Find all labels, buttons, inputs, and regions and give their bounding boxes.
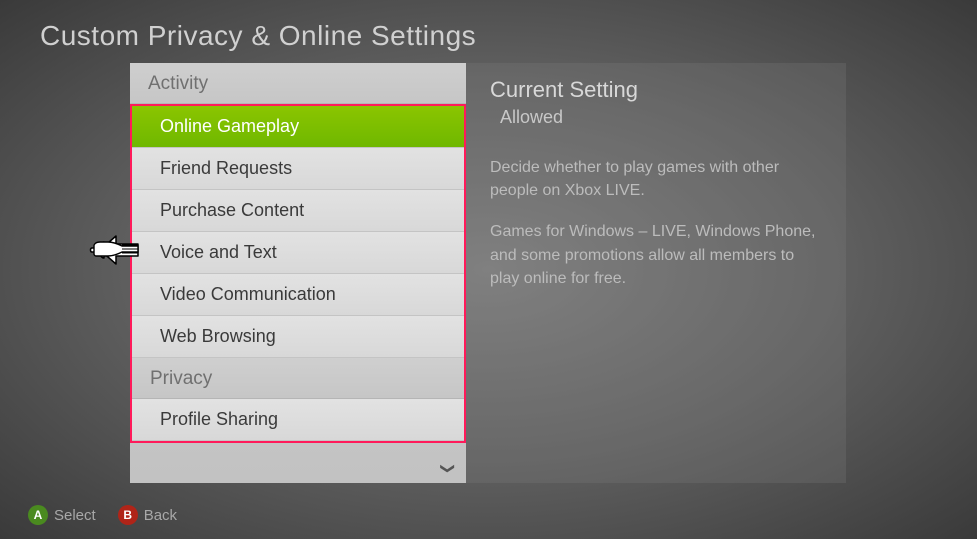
- a-button-icon: A: [28, 505, 48, 525]
- b-button-icon: B: [118, 505, 138, 525]
- current-setting-title: Current Setting: [490, 77, 822, 103]
- list-item-profile-sharing[interactable]: Profile Sharing: [132, 399, 464, 441]
- hint-back-label: Back: [144, 507, 177, 524]
- hint-select-label: Select: [54, 507, 96, 524]
- list-item-web-browsing[interactable]: Web Browsing: [132, 316, 464, 358]
- page-title: Custom Privacy & Online Settings: [0, 0, 977, 52]
- cursor-hand-icon: [88, 230, 140, 270]
- section-header-privacy: Privacy: [132, 358, 464, 399]
- footer-hints: A Select B Back: [28, 505, 177, 525]
- list-item-video-communication[interactable]: Video Communication: [132, 274, 464, 316]
- main-panel: Activity Online Gameplay Friend Requests…: [130, 63, 846, 483]
- hint-select: A Select: [28, 505, 96, 525]
- detail-panel: Current Setting Allowed Decide whether t…: [466, 63, 846, 483]
- current-setting-desc2: Games for Windows – LIVE, Windows Phone,…: [490, 220, 822, 290]
- current-setting-desc1: Decide whether to play games with other …: [490, 156, 822, 202]
- highlight-box: Online Gameplay Friend Requests Purchase…: [130, 104, 466, 443]
- list-item-online-gameplay[interactable]: Online Gameplay: [132, 106, 464, 148]
- hint-back: B Back: [118, 505, 177, 525]
- list-item-purchase-content[interactable]: Purchase Content: [132, 190, 464, 232]
- settings-list: Activity Online Gameplay Friend Requests…: [130, 63, 466, 483]
- section-header-activity: Activity: [130, 63, 466, 104]
- list-item-friend-requests[interactable]: Friend Requests: [132, 148, 464, 190]
- current-setting-value: Allowed: [490, 107, 822, 128]
- list-item-voice-and-text[interactable]: Voice and Text: [132, 232, 464, 274]
- chevron-down-icon[interactable]: ❯: [440, 463, 457, 475]
